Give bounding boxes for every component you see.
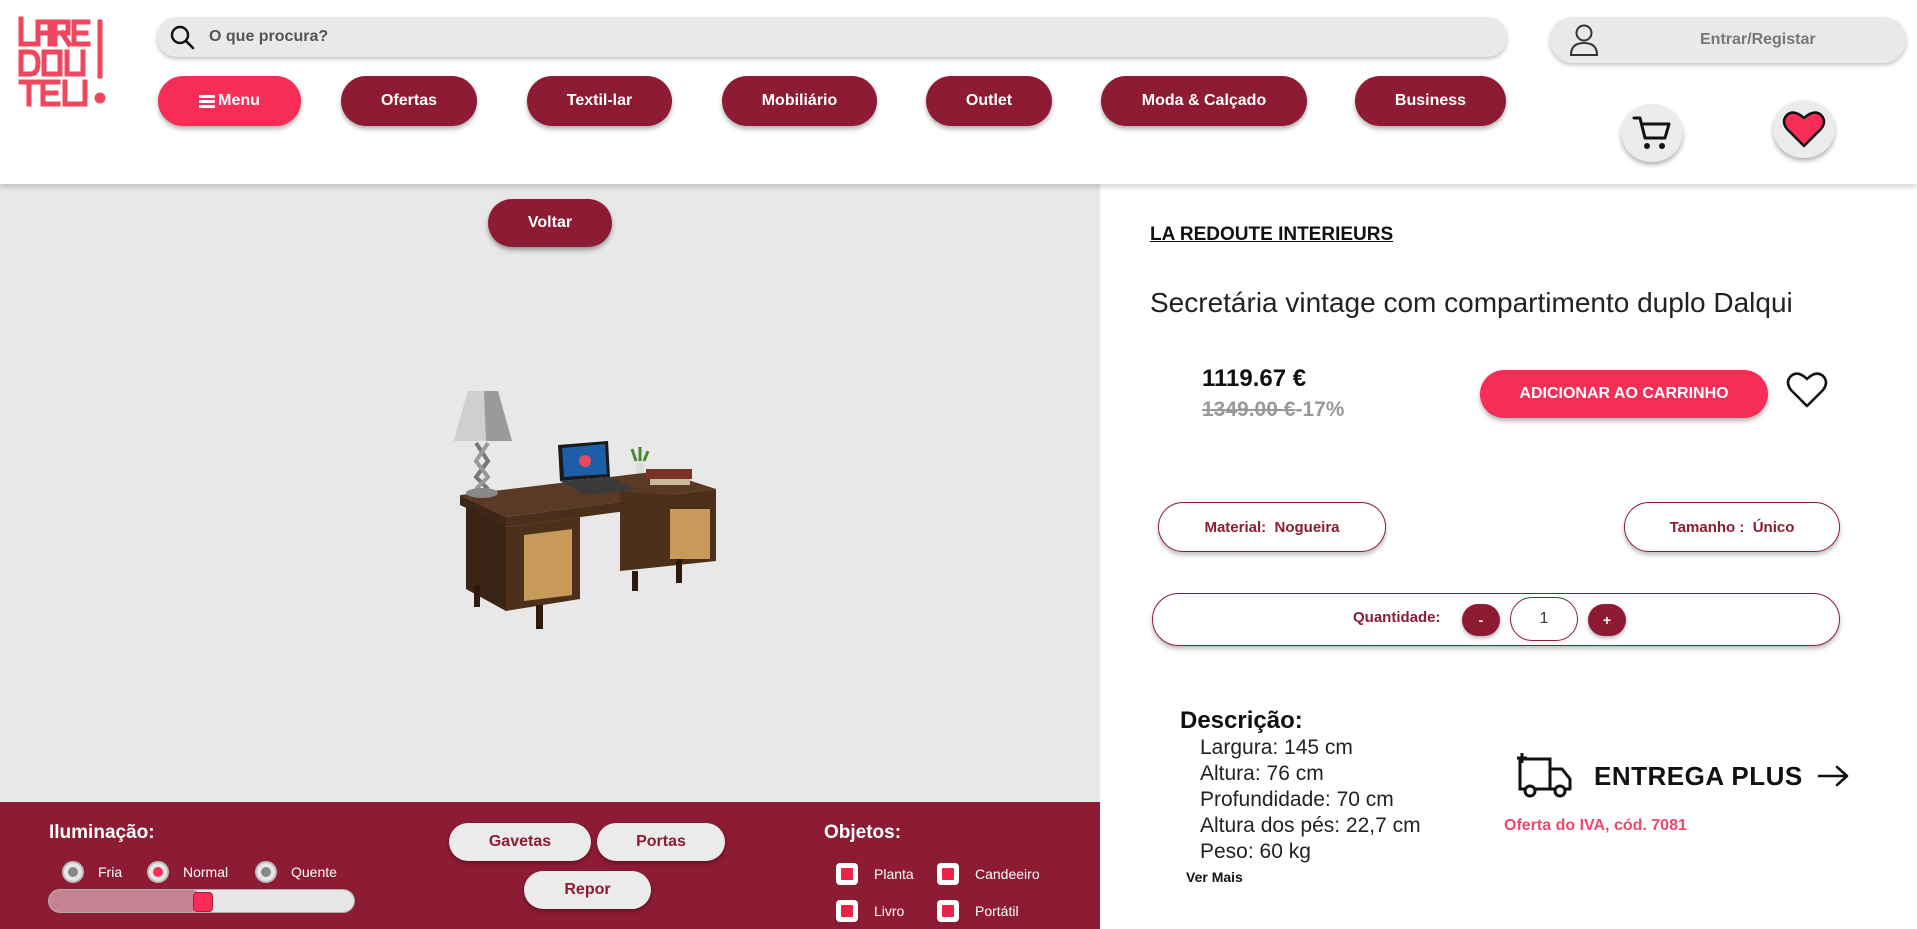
delivery-title: ENTREGA PLUS	[1594, 760, 1803, 791]
search-bar[interactable]	[157, 17, 1507, 57]
lighting-slider-fill	[49, 890, 203, 912]
product-title: Secretária vintage com compartimento dup…	[1150, 287, 1793, 318]
arrow-right-icon	[1817, 765, 1849, 787]
current-price: 1119.67 €	[1202, 365, 1307, 392]
search-input[interactable]	[209, 28, 1409, 46]
checkbox-portatil-label: Portátil	[975, 903, 1019, 919]
checkbox-candeeiro-box[interactable]	[937, 863, 959, 885]
size-selector[interactable]: Tamanho : Único	[1624, 502, 1840, 552]
delivery-offer-text: Oferta do IVA, cód. 7081	[1504, 817, 1687, 834]
nav-business[interactable]: Business	[1355, 76, 1506, 126]
search-icon	[170, 25, 195, 50]
quantity-label: Quantidade:	[1353, 609, 1441, 626]
back-label: Voltar	[527, 214, 573, 231]
description-weight: Peso: 60 kg	[1200, 840, 1311, 863]
repor-button[interactable]: Repor	[524, 871, 651, 909]
quantity-minus-label: -	[1478, 612, 1484, 628]
material-selector[interactable]: Material: Nogueira	[1158, 502, 1386, 552]
nav-outlet-label: Outlet	[965, 92, 1013, 109]
lighting-title: Iluminação:	[49, 822, 155, 843]
nav-ofertas[interactable]: Ofertas	[341, 76, 477, 126]
quantity-plus-label: +	[1602, 612, 1612, 628]
old-price-block: 1349.00 €-17%	[1202, 398, 1344, 422]
radio-quente[interactable]: Quente	[255, 861, 337, 883]
login-label: Entrar/Registar	[1700, 31, 1816, 48]
see-more-link[interactable]: Ver Mais	[1186, 869, 1243, 885]
description-title: Descrição:	[1180, 707, 1303, 734]
checkbox-candeeiro[interactable]: Candeeiro	[937, 863, 1040, 885]
description-leg-height: Altura dos pés: 22,7 cm	[1200, 814, 1421, 837]
nav-moda-label: Moda & Calçado	[1141, 92, 1267, 109]
nav-textil-label: Textil-lar	[566, 92, 633, 109]
lighting-slider-thumb[interactable]	[193, 892, 213, 912]
size-value: Único	[1752, 518, 1795, 536]
login-button[interactable]: Entrar/Registar	[1550, 17, 1906, 63]
wishlist-button[interactable]	[1773, 100, 1835, 158]
favorite-heart-icon[interactable]	[1785, 370, 1829, 410]
nav-textil-lar[interactable]: Textil-lar	[527, 76, 672, 126]
description-list: Largura: 145 cm Altura: 76 cm Profundida…	[1200, 735, 1421, 865]
nav-moda-calcado[interactable]: Moda & Calçado	[1101, 76, 1307, 126]
lighting-slider[interactable]	[48, 889, 355, 913]
user-icon	[1569, 24, 1599, 56]
checkbox-planta-label: Planta	[874, 866, 914, 882]
discount-badge: -17%	[1295, 398, 1345, 421]
checkbox-livro[interactable]: Livro	[836, 900, 904, 922]
nav-mobiliario-label: Mobiliário	[761, 92, 838, 109]
menu-button[interactable]: Menu	[158, 76, 301, 126]
add-to-cart-label: ADICIONAR AO CARRINHO	[1519, 385, 1729, 402]
gavetas-button[interactable]: Gavetas	[449, 823, 591, 861]
back-button[interactable]: Voltar	[488, 199, 612, 247]
nav-business-label: Business	[1394, 92, 1467, 109]
cart-icon	[1632, 116, 1671, 149]
portas-button[interactable]: Portas	[597, 823, 725, 861]
repor-label: Repor	[564, 881, 611, 898]
desk-3d-model[interactable]	[440, 385, 730, 645]
checkbox-livro-box[interactable]	[836, 900, 858, 922]
checkbox-livro-label: Livro	[874, 903, 905, 919]
checkbox-portatil[interactable]: Portátil	[937, 900, 1019, 922]
nav-mobiliario[interactable]: Mobiliário	[722, 76, 877, 126]
radio-fria-dot[interactable]	[62, 861, 84, 883]
cart-button[interactable]	[1621, 104, 1683, 162]
checkbox-candeeiro-label: Candeeiro	[975, 866, 1040, 882]
description-height: Altura: 76 cm	[1200, 762, 1324, 785]
quantity-increase-button[interactable]: +	[1588, 604, 1626, 636]
radio-fria[interactable]: Fria	[62, 861, 122, 883]
quantity-input[interactable]	[1510, 597, 1578, 641]
material-value: Nogueira	[1274, 518, 1340, 536]
description-width: Largura: 145 cm	[1200, 736, 1353, 759]
objects-title: Objetos:	[824, 822, 902, 843]
description-depth: Profundidade: 70 cm	[1200, 788, 1394, 811]
delivery-truck-icon	[1517, 753, 1572, 798]
menu-label: Menu	[218, 92, 260, 109]
radio-quente-dot[interactable]	[255, 861, 277, 883]
size-label: Tamanho :	[1669, 518, 1745, 536]
heart-icon	[1782, 111, 1826, 148]
radio-normal-dot[interactable]	[147, 861, 169, 883]
site-header: Menu Ofertas Textil-lar Mobiliário Outle…	[0, 0, 1917, 184]
quantity-decrease-button[interactable]: -	[1462, 604, 1500, 636]
old-price: 1349.00 €	[1202, 398, 1296, 421]
radio-normal-label: Normal	[183, 864, 229, 880]
brand-link[interactable]: LA REDOUTE INTERIEURS	[1150, 224, 1393, 246]
nav-outlet[interactable]: Outlet	[926, 76, 1052, 126]
checkbox-portatil-box[interactable]	[937, 900, 959, 922]
checkbox-planta[interactable]: Planta	[836, 863, 914, 885]
radio-fria-label: Fria	[98, 864, 123, 880]
gavetas-label: Gavetas	[488, 833, 552, 850]
nav-ofertas-label: Ofertas	[380, 92, 438, 109]
radio-quente-label: Quente	[291, 864, 337, 880]
portas-label: Portas	[636, 833, 686, 850]
hamburger-icon	[199, 94, 216, 108]
material-label: Material:	[1204, 518, 1267, 536]
la-redoute-logo[interactable]	[18, 16, 110, 108]
checkbox-planta-box[interactable]	[836, 863, 858, 885]
radio-normal[interactable]: Normal	[147, 861, 228, 883]
delivery-plus-banner[interactable]: ENTREGA PLUS	[1516, 751, 1851, 801]
add-to-cart-button[interactable]: ADICIONAR AO CARRINHO	[1480, 370, 1768, 418]
